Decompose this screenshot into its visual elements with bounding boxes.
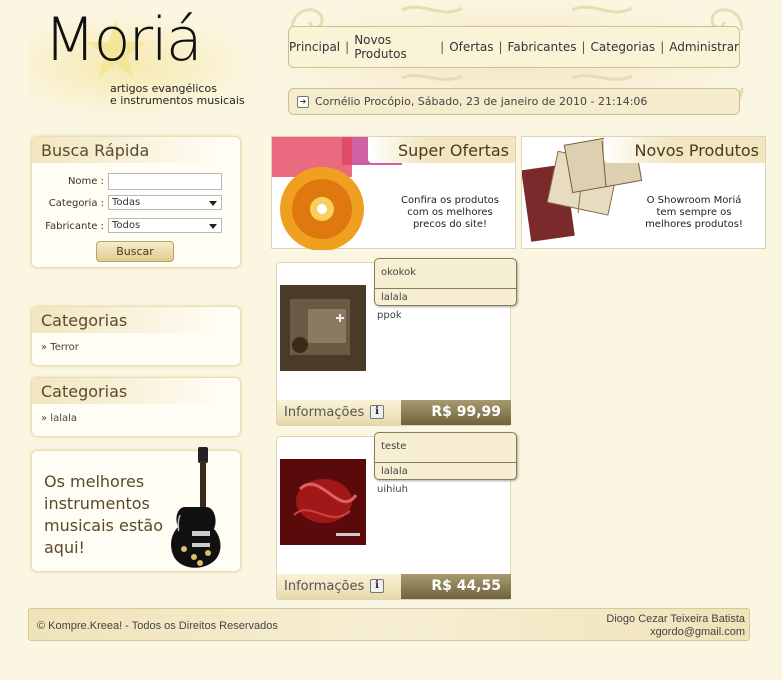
manufacturer-label: Fabricante : <box>45 221 104 232</box>
manufacturer-select-value: Todos <box>112 220 141 231</box>
menu-novos-produtos[interactable]: Novos Produtos <box>354 33 435 61</box>
tooltip-subtitle: lalala <box>381 292 408 303</box>
promo-text: Os melhores instrumentos musicais estão … <box>44 471 164 559</box>
category-link-terror[interactable]: » Terror <box>32 333 240 353</box>
super-offers-desc-line3: precos do site! <box>412 219 488 230</box>
author-email[interactable]: xgordo@gmail.com <box>606 626 745 639</box>
promo-line1: Os melhores <box>44 472 145 491</box>
manufacturer-row: Fabricante : Todos <box>32 218 242 236</box>
category-row: Categoria : Todas <box>32 195 242 213</box>
new-products-desc-line2: tem sempre os <box>656 207 732 218</box>
logo-subtitle: artigos evangélicos e instrumentos music… <box>110 83 245 107</box>
super-offers-title: Super Ofertas <box>367 137 515 163</box>
promo-line2: instrumentos <box>44 494 150 513</box>
info-icon[interactable]: i <box>370 579 384 593</box>
categories-box-2: Categorias » lalala <box>31 377 241 437</box>
chevron-down-icon <box>209 201 217 206</box>
main-menu: Principal | Novos Produtos | Ofertas | F… <box>288 26 740 68</box>
promo-line3: musicais estão <box>44 516 164 535</box>
logo-title[interactable]: Moriá <box>44 10 203 70</box>
category-link-lalala[interactable]: » lalala <box>32 404 240 424</box>
date-bar: ➜ Cornélio Procópio, Sábado, 23 de janei… <box>288 88 740 115</box>
product-tooltip: okokok lalala <box>374 258 517 306</box>
product-description: uihiuh <box>377 484 408 495</box>
info-icon[interactable]: i <box>370 405 384 419</box>
chevron-down-icon <box>209 224 217 229</box>
logo-subtitle-line2: e instrumentos musicais <box>110 94 245 107</box>
manufacturer-select[interactable]: Todos <box>108 218 222 233</box>
super-offers-banner[interactable]: Super Ofertas Confira os produtos com os… <box>271 136 516 250</box>
product-description: ppok <box>377 310 402 321</box>
info-label: Informações <box>284 579 365 594</box>
author-info: Diogo Cezar Teixeira Batista xgordo@gmai… <box>606 613 745 639</box>
date-time-text: Cornélio Procópio, Sábado, 23 de janeiro… <box>315 95 648 108</box>
promo-line4: aqui! <box>44 538 85 557</box>
menu-administrar[interactable]: Administrar <box>669 40 739 54</box>
quick-search-title: Busca Rápida <box>32 137 240 163</box>
tooltip-name: okokok <box>375 259 516 289</box>
super-offers-desc-line2: com os melhores <box>407 207 493 218</box>
category-select-value: Todas <box>112 197 141 208</box>
info-button[interactable]: Informações i <box>277 400 401 425</box>
categories-box-1: Categorias » Terror <box>31 306 241 366</box>
categories-title: Categorias <box>32 378 240 404</box>
author-name: Diogo Cezar Teixeira Batista <box>606 613 745 625</box>
new-products-desc-line1: O Showroom Moriá <box>646 195 742 206</box>
arrow-right-icon: ➜ <box>297 95 309 108</box>
menu-separator: | <box>498 40 503 54</box>
name-label: Nome : <box>67 176 104 187</box>
quick-search-box: Busca Rápida Nome : Categoria : Todas Fa… <box>31 136 241 268</box>
name-input[interactable] <box>108 173 222 190</box>
new-products-desc-line3: melhores produtos! <box>645 219 743 230</box>
product-price: R$ 44,55 <box>401 574 511 599</box>
product-price: R$ 99,99 <box>401 400 511 425</box>
info-label: Informações <box>284 405 365 420</box>
new-products-desc: O Showroom Moriá tem sempre os melhores … <box>634 195 754 231</box>
menu-fabricantes[interactable]: Fabricantes <box>508 40 577 54</box>
product-tooltip: teste lalala <box>374 432 517 480</box>
menu-categorias[interactable]: Categorias <box>591 40 656 54</box>
categories-title: Categorias <box>32 307 240 333</box>
tooltip-subtitle: lalala <box>381 466 408 477</box>
copyright-text: © Kompre.Kreea! - Todos os Direitos Rese… <box>37 620 278 632</box>
product-footer: Informações i R$ 44,55 <box>277 574 511 599</box>
instruments-promo[interactable]: Os melhores instrumentos musicais estão … <box>31 447 241 572</box>
tooltip-name: teste <box>375 433 516 463</box>
menu-separator: | <box>440 40 445 54</box>
name-row: Nome : <box>32 173 242 191</box>
page-footer: © Kompre.Kreea! - Todos os Direitos Rese… <box>28 608 750 641</box>
category-select[interactable]: Todas <box>108 195 222 210</box>
product-image <box>280 459 366 545</box>
product-image <box>280 285 366 371</box>
category-label: Categoria : <box>48 198 104 209</box>
search-button[interactable]: Buscar <box>96 241 174 262</box>
menu-separator: | <box>345 40 350 54</box>
menu-separator: | <box>660 40 665 54</box>
product-footer: Informações i R$ 99,99 <box>277 400 511 425</box>
new-products-banner[interactable]: Novos Produtos O Showroom Moriá tem semp… <box>521 136 766 249</box>
new-products-title: Novos Produtos <box>604 137 765 163</box>
info-button[interactable]: Informações i <box>277 574 401 599</box>
super-offers-desc-line1: Confira os produtos <box>401 195 499 206</box>
super-offers-desc: Confira os produtos com os melhores prec… <box>390 195 510 231</box>
menu-principal[interactable]: Principal <box>289 40 340 54</box>
menu-ofertas[interactable]: Ofertas <box>449 40 493 54</box>
menu-separator: | <box>581 40 586 54</box>
guitar-icon <box>171 447 221 568</box>
